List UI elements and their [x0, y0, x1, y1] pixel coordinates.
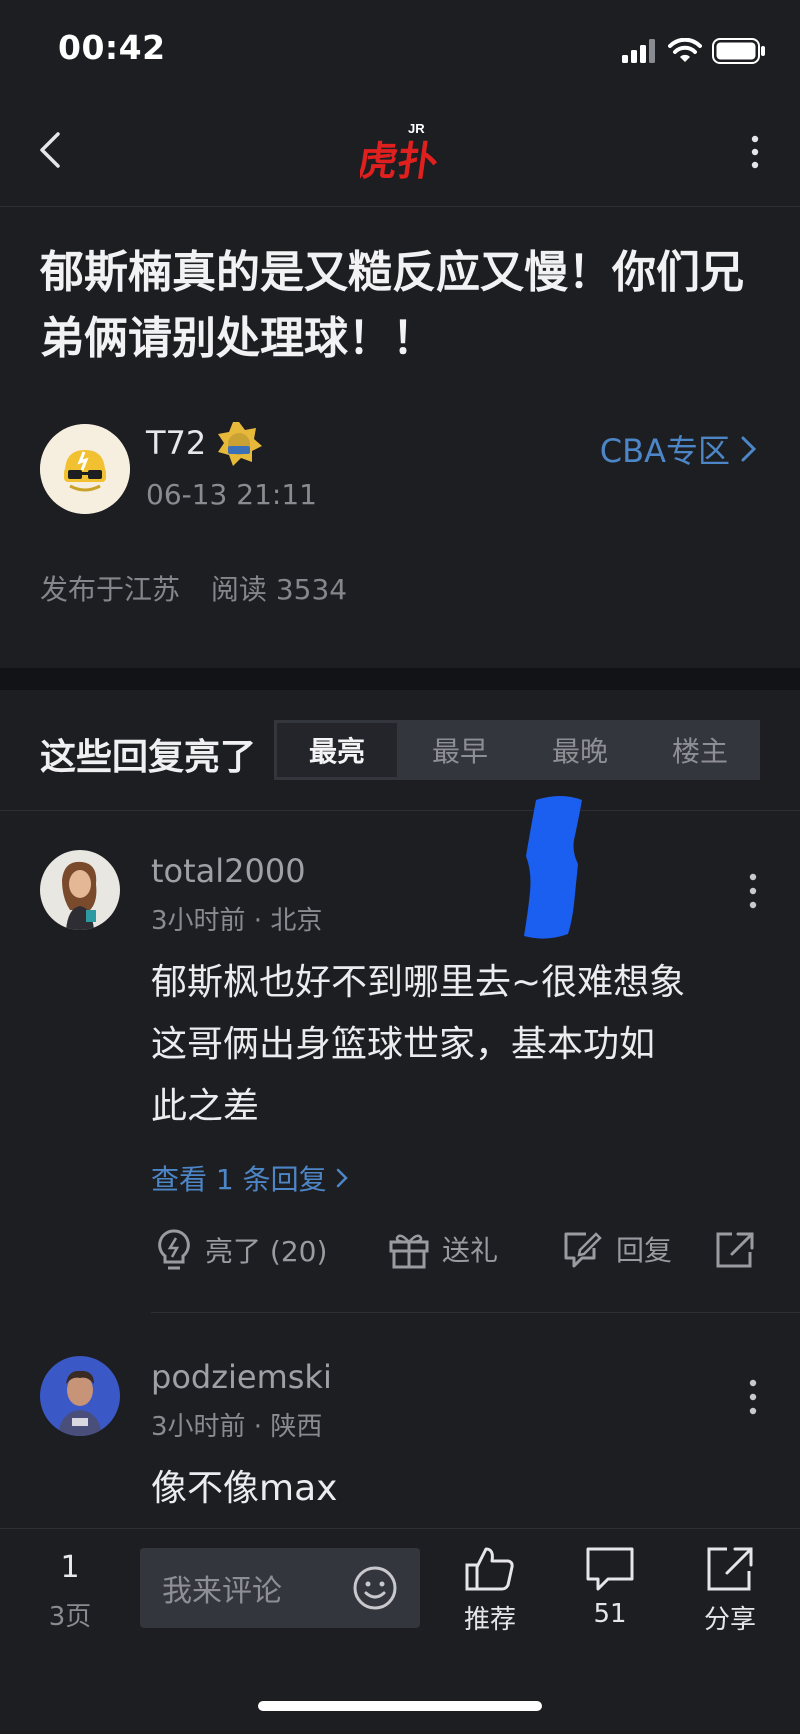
comment-line: 这哥俩出身篮球世家，基本功如: [151, 1024, 656, 1065]
view-replies-link[interactable]: 查看 1 条回复: [151, 1158, 349, 1198]
thumbs-up-icon: [465, 1547, 514, 1591]
replies-heading: 这些回复亮了: [40, 737, 257, 778]
sort-tabs: 最亮 最早 最晚 楼主: [274, 720, 760, 780]
gift-label: 送礼: [442, 1234, 499, 1267]
cellular-signal-icon: [622, 39, 655, 63]
comment-placeholder: 我来评论: [162, 1574, 282, 1609]
recommend-label: 推荐: [463, 1605, 516, 1635]
commenter-name[interactable]: total2000: [151, 852, 306, 890]
like-count: 亮了 (20): [205, 1235, 328, 1268]
commenter-avatar[interactable]: [40, 1356, 120, 1436]
svg-text:JR: JR: [408, 121, 425, 136]
battery-icon: [712, 38, 765, 64]
hupu-logo: JR 虎扑: [354, 117, 444, 185]
read-count: 阅读 3534: [210, 573, 348, 606]
share-comment-icon[interactable]: [714, 1230, 756, 1270]
emoji-icon[interactable]: [352, 1565, 398, 1611]
page-total[interactable]: 3页: [30, 1596, 110, 1633]
gift-button[interactable]: 送礼: [388, 1228, 498, 1270]
gift-icon: [389, 1234, 429, 1269]
replies-divider: [0, 810, 800, 811]
zone-label: CBA专区: [599, 432, 730, 470]
wifi-icon: [668, 38, 702, 62]
view-replies-label: 查看 1 条回复: [151, 1163, 327, 1196]
comment-divider: [151, 1312, 800, 1313]
comment-more-icon[interactable]: [748, 872, 758, 910]
medal-badge-icon: [214, 420, 264, 468]
comments-button[interactable]: 51: [560, 1545, 660, 1629]
sort-tab-op[interactable]: 楼主: [640, 720, 760, 780]
chevron-right-icon: [741, 436, 757, 462]
commenter-name[interactable]: podziemski: [151, 1358, 332, 1396]
recommend-button[interactable]: 推荐: [440, 1545, 540, 1636]
reply-label: 回复: [616, 1234, 673, 1267]
more-options-icon[interactable]: [750, 134, 760, 170]
lightbulb-icon: [158, 1229, 190, 1270]
like-button[interactable]: 亮了 (20): [155, 1228, 327, 1272]
edit-reply-icon: [564, 1232, 602, 1268]
sort-tab-earliest[interactable]: 最早: [400, 720, 520, 780]
reply-button[interactable]: 回复: [560, 1228, 672, 1270]
comment-meta: 3小时前 · 北京: [151, 906, 323, 936]
author-name[interactable]: T72: [146, 424, 206, 462]
author-avatar[interactable]: [40, 424, 130, 514]
share-label: 分享: [703, 1605, 756, 1635]
chevron-right-icon: [336, 1168, 348, 1188]
comment-bubble-icon: [586, 1547, 634, 1591]
post-title: 郁斯楠真的是又糙反应又慢！你们兄弟俩请别处理球！！: [40, 247, 744, 364]
share-icon: [707, 1547, 753, 1591]
comment-line: 像不像max: [151, 1468, 338, 1509]
share-button[interactable]: 分享: [680, 1545, 780, 1636]
section-separator: [0, 668, 800, 690]
post-time: 06-13 21:11: [146, 478, 317, 511]
zone-link[interactable]: CBA专区: [600, 426, 758, 472]
comment-count: 51: [593, 1599, 627, 1629]
comment-line: 此之差: [151, 1086, 260, 1127]
sort-tab-latest[interactable]: 最晚: [520, 720, 640, 780]
post-location: 发布于江苏: [40, 573, 181, 606]
page-current[interactable]: 1: [30, 1550, 110, 1585]
blue-highlight-mark: [524, 796, 582, 939]
sort-tab-brightest[interactable]: 最亮: [277, 723, 397, 777]
status-time: 00:42: [58, 28, 166, 67]
comment-input[interactable]: 我来评论: [140, 1548, 420, 1628]
status-icons: [622, 36, 766, 66]
nav-divider: [0, 206, 800, 207]
commenter-avatar[interactable]: [40, 850, 120, 930]
comment-body: 郁斯枫也好不到哪里去~很难想象 这哥俩出身篮球世家，基本功如 此之差: [151, 952, 771, 1138]
post-meta: 发布于江苏 阅读 3534: [40, 568, 347, 608]
comment-body: 像不像max: [151, 1458, 771, 1520]
home-indicator[interactable]: [258, 1701, 542, 1711]
back-arrow-icon[interactable]: [30, 128, 74, 172]
comment-meta: 3小时前 · 陕西: [151, 1412, 323, 1442]
comment-line: 郁斯枫也好不到哪里去~很难想象: [151, 962, 686, 1003]
svg-text:虎扑: 虎扑: [360, 139, 441, 185]
comment-more-icon[interactable]: [748, 1378, 758, 1416]
